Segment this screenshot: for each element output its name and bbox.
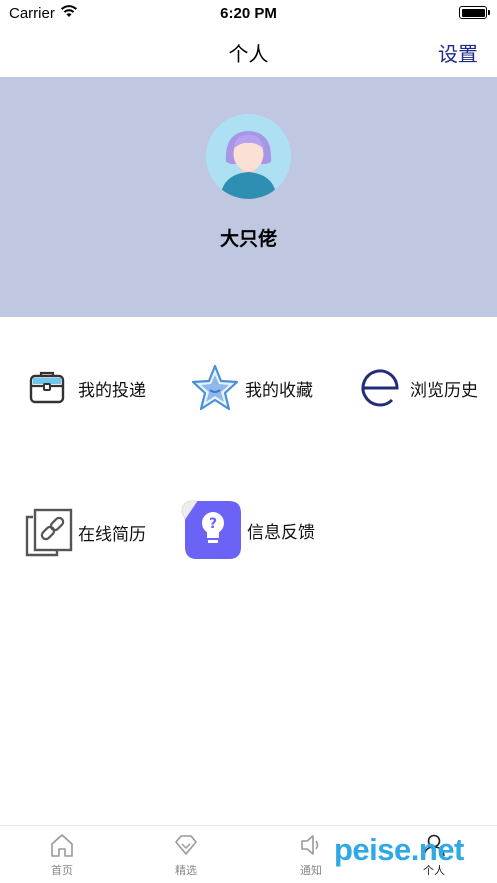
status-time: 6:20 PM	[220, 5, 277, 22]
battery-icon	[459, 6, 490, 19]
tab-featured[interactable]: 精选	[156, 832, 216, 878]
svg-text:?: ?	[209, 516, 217, 532]
tab-label: 精选	[175, 865, 197, 877]
page-title: 个人	[228, 44, 269, 66]
tab-label: 通知	[300, 865, 322, 877]
menu-label: 浏览历史	[410, 380, 478, 400]
menu-item-deliveries[interactable]: 我的投递	[26, 360, 146, 416]
star-icon	[189, 362, 241, 414]
menu-item-favorites[interactable]: 我的收藏	[189, 360, 313, 416]
settings-button[interactable]: 设置	[438, 38, 478, 67]
menu-label: 在线简历	[78, 524, 146, 544]
home-icon	[51, 834, 73, 857]
diamond-icon	[175, 835, 197, 855]
avatar[interactable]	[206, 114, 291, 199]
watermark: peise.net	[334, 832, 464, 867]
tab-home[interactable]: 首页	[32, 832, 92, 878]
menu-item-feedback[interactable]: ? 信息反馈	[179, 499, 315, 561]
briefcase-icon	[26, 367, 68, 409]
feedback-bulb-icon: ?	[179, 499, 243, 561]
menu-item-resume[interactable]: 在线简历	[24, 504, 146, 560]
username: 大只佬	[219, 229, 277, 250]
status-bar: Carrier 6:20 PM	[0, 0, 497, 28]
tab-label: 首页	[51, 865, 73, 877]
history-e-icon	[358, 366, 402, 410]
speaker-icon	[301, 835, 319, 855]
menu-label: 我的投递	[78, 380, 146, 400]
resume-link-icon	[24, 507, 74, 557]
menu-item-history[interactable]: 浏览历史	[358, 360, 478, 416]
menu-label: 我的收藏	[245, 380, 313, 400]
avatar-person-icon	[206, 114, 291, 199]
tab-notifications[interactable]: 通知	[281, 832, 341, 878]
menu-label: 信息反馈	[247, 522, 315, 542]
navigation-bar: 个人 设置	[0, 28, 497, 76]
profile-header: 大只佬	[0, 77, 497, 317]
